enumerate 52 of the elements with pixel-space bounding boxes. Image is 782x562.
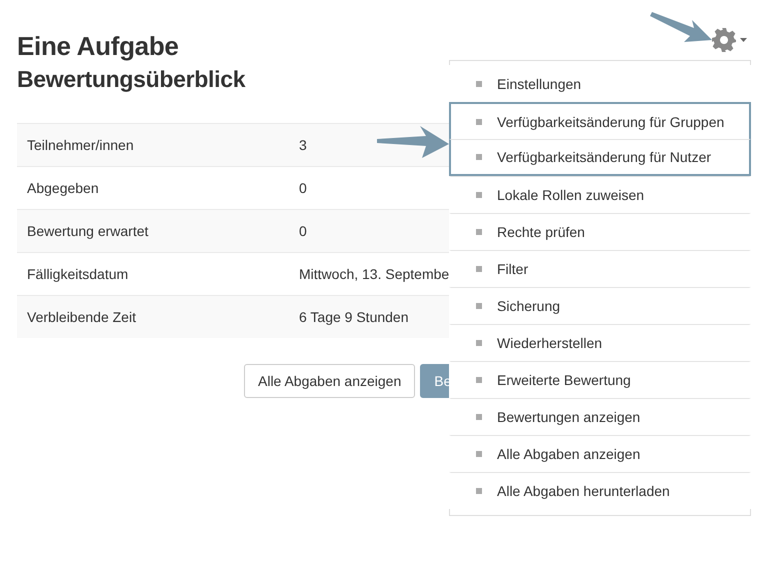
menu-item[interactable]: Einstellungen [449, 65, 751, 102]
menu-item-label: Verfügbarkeitsänderung für Gruppen [497, 114, 724, 130]
menu-item-label: Erweiterte Bewertung [497, 372, 631, 388]
bullet-icon [476, 340, 482, 346]
bullet-icon [476, 154, 482, 160]
bullet-icon [476, 414, 482, 420]
row-value: 6 Tage 9 Stunden [299, 309, 409, 325]
menu-item[interactable]: Alle Abgaben anzeigen [449, 435, 751, 472]
bullet-icon [476, 229, 482, 235]
bullet-icon [476, 266, 482, 272]
bullet-icon [476, 192, 482, 198]
bullet-icon [476, 488, 482, 494]
menu-item-label: Alle Abgaben herunterladen [497, 483, 670, 499]
menu-item[interactable]: Lokale Rollen zuweisen [449, 176, 751, 213]
menu-item[interactable]: Filter [449, 250, 751, 287]
row-label: Bewertung erwartet [26, 223, 150, 239]
menu-item-label: Wiederherstellen [497, 335, 602, 351]
menu-item-label: Filter [497, 261, 528, 277]
menu-item-label: Alle Abgaben anzeigen [497, 446, 640, 462]
caret-icon [740, 38, 747, 42]
row-label: Fälligkeitsdatum [26, 266, 130, 282]
menu-item[interactable]: Verfügbarkeitsänderung für Nutzer [449, 139, 751, 176]
row-label: Abgegeben [26, 180, 100, 196]
settings-button[interactable] [711, 27, 747, 53]
bullet-icon [476, 118, 482, 124]
row-label: Teilnehmer/innen [26, 137, 135, 153]
row-label: Verbleibende Zeit [26, 309, 137, 325]
menu-item-label: Einstellungen [497, 76, 582, 92]
menu-item-label: Verfügbarkeitsänderung für Nutzer [497, 149, 712, 165]
menu-item[interactable]: Erweiterte Bewertung [449, 361, 751, 398]
row-value: 0 [299, 180, 307, 196]
bullet-icon [476, 303, 482, 309]
menu-item[interactable]: Rechte prüfen [449, 213, 751, 250]
menu-item[interactable]: Sicherung [449, 287, 751, 324]
row-value: 3 [299, 137, 307, 153]
menu-item[interactable]: Wiederherstellen [449, 324, 751, 361]
menu-item[interactable]: Bewertungen anzeigen [449, 398, 751, 435]
bullet-icon [476, 377, 482, 383]
show-submissions-button[interactable]: Alle Abgaben anzeigen [244, 364, 416, 398]
settings-icon [711, 27, 737, 53]
bullet-icon [476, 451, 482, 457]
bullet-icon [476, 80, 482, 86]
menu-item[interactable]: Alle Abgaben herunterladen [449, 472, 751, 509]
menu-item-label: Lokale Rollen zuweisen [497, 187, 644, 203]
row-value: 0 [299, 223, 307, 239]
menu-item-label: Sicherung [497, 298, 560, 314]
row-value: Mittwoch, 13. Septembe [299, 266, 450, 282]
page-title: Eine Aufgabe [17, 30, 179, 62]
menu-item[interactable]: Verfügbarkeitsänderung für Gruppen [449, 102, 751, 139]
menu-item-label: Bewertungen anzeigen [497, 409, 640, 425]
page-subtitle: Bewertungsüberblick [17, 65, 246, 94]
menu-item-label: Rechte prüfen [497, 224, 585, 240]
